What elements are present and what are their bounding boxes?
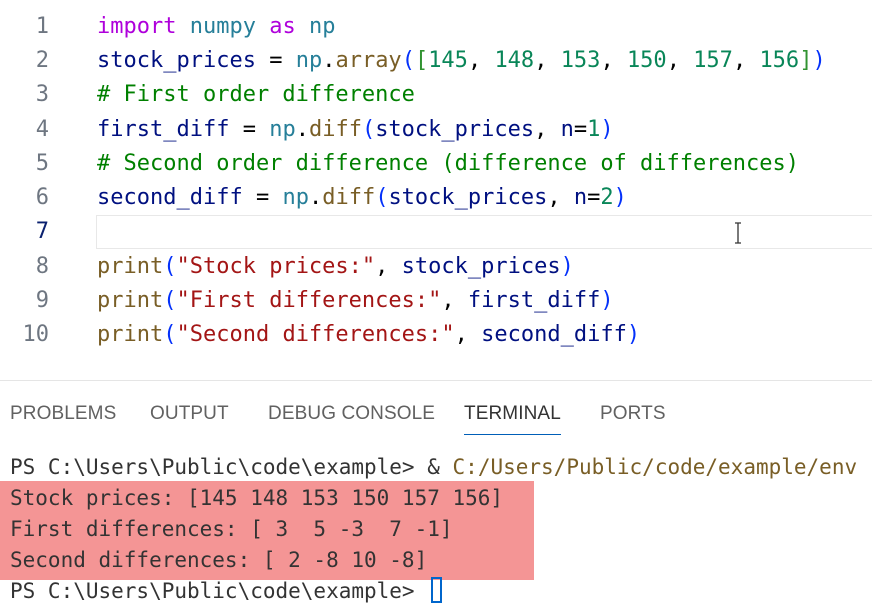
editor-line-3[interactable]: 3 # First order difference [0,78,872,112]
code-text[interactable]: print("First differences:", first_diff) [97,288,614,314]
token-number: 1 [587,117,601,142]
token-function: array [335,48,402,73]
token-operator: = [269,48,283,73]
panel-tabs: PROBLEMS OUTPUT DEBUG CONSOLE TERMINAL P… [0,381,872,435]
tab-debug-console[interactable]: DEBUG CONSOLE [268,403,435,434]
terminal-amp: & [427,455,453,479]
token-dot: . [322,48,336,73]
token-module: np [308,14,336,39]
editor-line-1[interactable]: 1 import numpy as np [0,10,872,44]
token-variable: second_diff [97,185,243,210]
terminal-output-line: First differences: [ 3 5 -3 7 -1] [10,517,453,541]
terminal-cursor [431,577,443,603]
line-number: 8 [35,254,49,279]
token-number: 148 [494,48,535,73]
token-variable: first_diff [467,288,601,313]
token-paren: ( [401,48,415,73]
terminal-output-line: Second differences: [ 2 -8 10 -8] [10,548,428,572]
token-module: np [269,117,296,142]
editor-line-5[interactable]: 5 # Second order difference (difference … [0,147,872,181]
editor-line-9[interactable]: 9 print("First differences:", first_diff… [0,284,872,318]
token-variable: stock_prices [97,48,256,73]
editor-line-8[interactable]: 8 print("Stock prices:", stock_prices) [0,250,872,284]
editor-line-2[interactable]: 2 stock_prices = np.array([145, 148, 153… [0,44,872,78]
token-module: np [282,185,309,210]
code-text[interactable]: print("Stock prices:", stock_prices) [97,254,574,280]
code-text[interactable]: first_diff = np.diff(stock_prices, n=1) [97,117,614,143]
terminal-command-line: PS C:\Users\Public\code\example> & C:/Us… [10,452,872,483]
token-module: np [295,48,323,73]
token-param: n [573,185,588,210]
terminal-prompt-line[interactable]: PS C:\Users\Public\code\example> [10,576,872,607]
token-variable: second_diff [481,322,627,347]
token-variable: stock_prices [375,117,535,142]
tab-terminal[interactable]: TERMINAL [464,403,561,435]
tab-ports[interactable]: PORTS [600,403,666,434]
line-number: 9 [35,288,49,313]
line-number: 6 [35,185,49,210]
token-number: 150 [626,48,667,73]
line-number: 4 [35,117,49,142]
token-string: "Second differences:" [176,322,455,347]
text-cursor-icon [735,222,741,244]
token-param: n [560,117,574,142]
code-text[interactable]: print("Second differences:", second_diff… [97,322,640,348]
token-comment[interactable]: # First order difference [97,82,415,108]
token-bracket: [ [414,48,429,73]
editor-line-4[interactable]: 4 first_diff = np.diff(stock_prices, n=1… [0,113,872,147]
token-variable: stock_prices [388,185,548,210]
token-function: diff [308,117,362,142]
terminal-view[interactable]: PS C:\Users\Public\code\example> & C:/Us… [10,452,872,607]
line-number: 3 [35,82,49,107]
token-keyword: as [269,14,296,39]
editor-line-10[interactable]: 10 print("Second differences:", second_d… [0,318,872,352]
line-number: 2 [35,48,49,73]
tab-output[interactable]: OUTPUT [150,403,229,434]
code-editor[interactable]: 1 import numpy as np 2 stock_prices = np… [0,0,872,380]
current-line-highlight [96,215,872,249]
line-number: 1 [35,14,49,39]
token-module: numpy [189,14,256,39]
token-keyword: import [97,14,177,39]
terminal-command-path: C:/Users/Public/code/example/env [452,455,858,479]
terminal-output-line: Stock prices: [145 148 153 150 157 156] [10,486,504,510]
token-variable: stock_prices [401,254,561,279]
tab-problems[interactable]: PROBLEMS [10,403,116,434]
token-paren: ) [812,48,826,73]
code-text[interactable]: stock_prices = np.array([145, 148, 153, … [97,48,826,74]
token-number: 145 [428,48,468,73]
token-function: print [97,288,164,313]
terminal-prompt: PS C:\Users\Public\code\example> [10,579,428,603]
code-text[interactable]: import numpy as np [97,14,335,40]
token-function: diff [322,185,376,210]
terminal-prompt: PS C:\Users\Public\code\example> [10,455,428,479]
token-bracket: ] [799,48,813,73]
token-number: 153 [560,48,601,73]
line-number: 10 [22,322,50,347]
token-function: print [97,254,164,279]
token-number: 157 [693,48,733,73]
code-text[interactable]: second_diff = np.diff(stock_prices, n=2) [97,185,627,211]
token-string: "First differences:" [176,288,442,313]
token-string: "Stock prices:" [176,254,376,279]
token-number: 156 [759,48,800,73]
token-function: print [97,322,164,347]
editor-line-6[interactable]: 6 second_diff = np.diff(stock_prices, n=… [0,181,872,215]
line-number: 5 [35,151,49,176]
token-number: 2 [600,185,614,210]
token-variable: first_diff [97,117,230,142]
token-comment[interactable]: # Second order difference (difference of… [97,151,799,177]
line-number: 7 [35,219,49,244]
